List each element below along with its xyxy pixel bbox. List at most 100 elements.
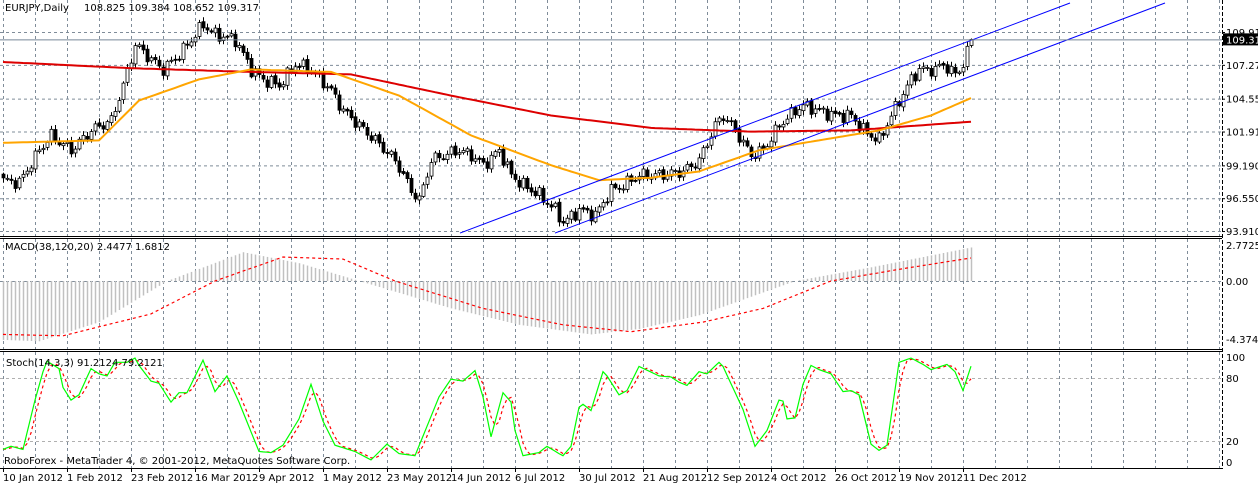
candle-body [113,111,118,117]
candle-body [877,132,882,143]
candle-body [641,168,646,177]
candle-body [465,148,470,152]
candle-body [345,108,350,112]
metatrader-chart[interactable]: 109.910107.270104.550101.91099.19096.550… [0,0,1258,484]
candle-body [917,68,922,81]
candle-body [433,152,438,163]
candle-body [781,123,786,128]
candle[interactable] [269,74,274,90]
candle-body [521,177,526,189]
candle-body [501,148,506,166]
price-axis-label: 99.190 [1226,161,1258,172]
candle-body [801,104,806,112]
candle-body [889,115,894,126]
copyright-text: RoboForex - MetaTrader 4, © 2001-2012, M… [4,456,350,467]
candle-body [69,141,74,155]
candle-body [933,65,938,77]
candle[interactable] [965,41,970,71]
macd-axis-label: -4.3745 [1226,335,1258,346]
candle-body [49,128,54,143]
time-axis-label: 4 Oct 2012 [771,473,826,484]
candle-body [81,135,86,141]
candle-body [741,139,746,143]
candle-body [61,143,66,147]
candle-body [101,125,106,130]
candle-body [237,45,242,49]
candle-body [541,187,546,203]
candle-body [569,210,574,220]
candle-body [773,124,778,143]
candle[interactable] [77,136,82,151]
candle-body [169,59,174,62]
candle-body [1,173,6,179]
candle-body [125,67,130,83]
candle-body [349,109,354,119]
candle-body [817,108,822,110]
candle-body [329,85,334,89]
candle-body [369,135,374,141]
candle-body [385,152,390,154]
candle-body [469,149,474,162]
candle-body [581,207,586,210]
candle-body [537,187,542,196]
candle-body [401,171,406,174]
candle-body [181,42,186,60]
candle-body [913,73,918,82]
candle[interactable] [197,19,202,40]
candle-body [685,164,690,171]
candle-body [957,71,962,74]
time-axis-label: 23 May 2012 [387,473,452,484]
candle-body [481,158,486,163]
candle-body [149,57,154,62]
price-axis-label: 96.550 [1226,194,1258,205]
candle-body [605,201,610,204]
candle-body [145,48,150,63]
candle-body [565,217,570,224]
candle-body [65,141,70,145]
candle-body [777,125,782,128]
candle-body [821,107,826,110]
candle[interactable] [17,176,22,191]
time-axis-label: 23 Feb 2012 [131,473,193,484]
candle[interactable] [773,121,778,146]
candle-body [945,64,950,74]
candle-body [833,110,838,114]
symbol-timeframe-label: EURJPY,Daily [5,3,69,14]
price-axis-label: 93.910 [1226,227,1258,238]
candle-body [953,66,958,74]
candle-body [45,142,50,148]
candle-body [109,115,114,124]
candle-body [265,79,270,88]
candle[interactable] [557,198,562,227]
candle-body [509,160,514,175]
candle-body [393,151,398,162]
candle-body [133,45,138,65]
candle-body [701,147,706,159]
chart-background [0,0,1258,484]
candle-body [229,33,234,37]
candle-body [297,65,302,68]
candle-body [905,84,910,96]
time-axis-label: 30 Jul 2012 [579,473,636,484]
candle-body [577,208,582,221]
candle-body [337,94,342,111]
candle-body [141,44,146,51]
candle[interactable] [421,182,426,198]
candle-body [281,84,286,88]
stochastic-label: Stoch(14,3,3) 91.2124 79.2121 [6,358,163,369]
macd-axis-label: 2.7725 [1226,241,1258,252]
candle-body [381,141,386,153]
candle-body [921,66,926,69]
candle-body [849,110,854,115]
candle-body [793,107,798,116]
candle-body [209,30,214,33]
candle-body [769,140,774,148]
candle-body [269,76,274,88]
time-axis-label: 14 Jun 2012 [451,473,511,484]
candle-body [617,187,622,190]
candle-body [117,100,122,112]
candle-body [845,109,850,123]
candle-body [13,180,18,189]
time-axis-label: 19 Nov 2012 [899,473,963,484]
macd-axis-label: 0.00 [1226,277,1248,288]
